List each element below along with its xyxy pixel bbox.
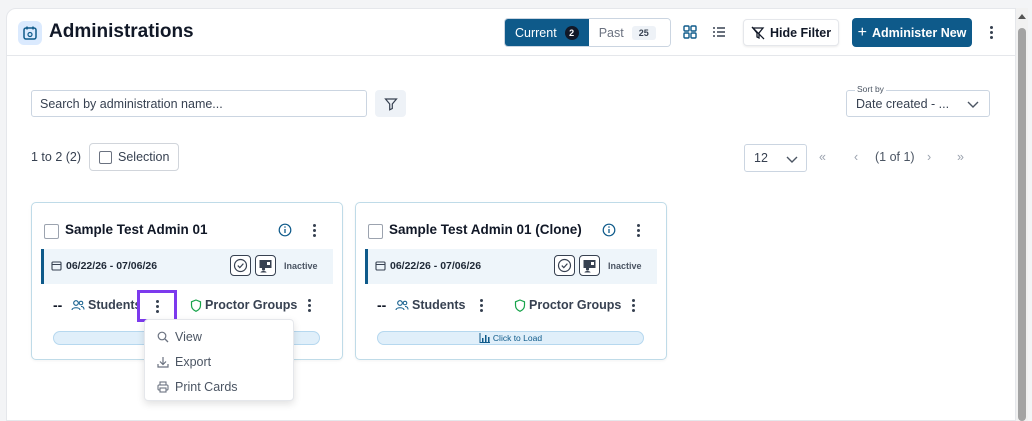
chevron-down-icon [967, 101, 979, 108]
info-icon[interactable] [602, 223, 616, 237]
proctor-groups-more-icon[interactable] [628, 297, 638, 313]
bar-chart-icon [479, 333, 490, 343]
tab-past-label: Past [598, 25, 624, 40]
admin-card: Sample Test Admin 01 (Clone) 06/22/26 - … [355, 202, 667, 360]
verified-icon [230, 255, 251, 276]
card-more-icon[interactable] [633, 222, 643, 238]
menu-item-view[interactable]: View [145, 324, 293, 349]
load-label: Click to Load [492, 333, 543, 343]
date-range: 06/22/26 - 07/06/26 [390, 260, 482, 272]
menu-item-label: View [175, 329, 202, 344]
printer-icon [157, 380, 169, 393]
scrollbar-thumb[interactable] [1018, 28, 1026, 421]
calendar-app-icon [18, 21, 42, 45]
grid-view-icon[interactable] [682, 24, 698, 40]
students-more-button-active[interactable] [137, 290, 177, 322]
student-count: -- [53, 297, 63, 313]
students-label: Students [412, 298, 466, 312]
card-checkbox[interactable] [44, 224, 59, 239]
tab-past-count: 25 [631, 25, 656, 40]
tab-past[interactable]: Past 25 [588, 19, 670, 46]
student-count: -- [377, 297, 387, 313]
tab-current[interactable]: Current 2 [505, 19, 589, 46]
status-badge: Inactive [608, 261, 642, 271]
list-view-icon[interactable] [711, 24, 727, 40]
users-icon [395, 300, 409, 311]
students-context-menu: View Export Print Cards [144, 319, 294, 401]
users-icon [71, 300, 85, 311]
selection-checkbox-icon [99, 150, 112, 164]
tab-current-count: 2 [564, 25, 579, 40]
last-page-button[interactable]: » [957, 150, 964, 164]
menu-item-export[interactable]: Export [145, 349, 293, 374]
plus-icon: + [857, 23, 867, 41]
shield-icon [190, 298, 202, 312]
filter-button[interactable] [375, 90, 406, 117]
shield-icon [514, 298, 526, 312]
proctor-presentation-icon [255, 255, 276, 276]
main-panel: Administrations Current 2 Past 25 Hide F… [6, 8, 1016, 421]
menu-item-label: Print Cards [175, 379, 238, 394]
menu-item-label: Export [175, 354, 212, 369]
sort-value: Date created - ... [856, 97, 950, 111]
page-header: Administrations Current 2 Past 25 Hide F… [7, 9, 1015, 56]
date-strip: 06/22/26 - 07/06/26 Inactive [365, 249, 657, 284]
students-more-icon[interactable] [476, 297, 486, 313]
sort-label: Sort by [855, 84, 886, 94]
card-title: Sample Test Admin 01 [65, 222, 208, 237]
next-page-button[interactable]: › [927, 150, 931, 164]
verified-icon [554, 255, 575, 276]
hide-filter-label: Hide Filter [769, 25, 832, 40]
proctor-groups-link[interactable]: Proctor Groups [190, 298, 297, 312]
administer-new-label: Administer New [871, 25, 967, 40]
filter-off-icon [751, 26, 765, 39]
proctor-groups-label: Proctor Groups [529, 298, 622, 312]
per-page-value: 12 [754, 151, 768, 165]
selection-label: Selection [118, 150, 170, 164]
students-link[interactable]: Students [71, 298, 141, 312]
proctor-presentation-icon [579, 255, 600, 276]
header-more-icon[interactable] [985, 23, 997, 41]
filter-icon [383, 97, 398, 111]
search-input[interactable] [31, 90, 367, 117]
current-past-toggle: Current 2 Past 25 [504, 18, 671, 47]
calendar-icon [375, 261, 386, 271]
per-page-select[interactable]: 12 [744, 144, 807, 172]
date-strip: 06/22/26 - 07/06/26 Inactive [41, 249, 333, 284]
scroll-up-arrow-icon[interactable] [1018, 14, 1026, 19]
proctor-groups-label: Proctor Groups [205, 298, 298, 312]
page-title: Administrations [49, 21, 194, 42]
proctor-groups-link[interactable]: Proctor Groups [514, 298, 621, 312]
status-badge: Inactive [284, 261, 318, 271]
load-bar[interactable]: Click to Load [377, 331, 644, 345]
hide-filter-button[interactable]: Hide Filter [743, 19, 839, 46]
students-label: Students [88, 298, 142, 312]
results-range: 1 to 2 (2) [31, 150, 82, 164]
card-more-icon[interactable] [309, 222, 319, 238]
first-page-button[interactable]: « [819, 150, 826, 164]
date-range: 06/22/26 - 07/06/26 [66, 260, 158, 272]
selection-button[interactable]: Selection [89, 143, 179, 171]
menu-item-print-cards[interactable]: Print Cards [145, 374, 293, 399]
tab-current-label: Current [515, 25, 557, 40]
students-more-icon [156, 299, 159, 313]
chevron-down-icon [786, 156, 798, 163]
card-checkbox[interactable] [368, 224, 383, 239]
students-link[interactable]: Students [395, 298, 465, 312]
vertical-scrollbar[interactable] [1016, 8, 1028, 421]
download-icon [157, 356, 169, 368]
prev-page-button[interactable]: ‹ [854, 150, 858, 164]
proctor-groups-more-icon[interactable] [304, 297, 314, 313]
administer-new-button[interactable]: + Administer New [852, 18, 972, 47]
sort-select[interactable]: Sort by Date created - ... [846, 84, 990, 117]
calendar-icon [51, 261, 62, 271]
page-info: (1 of 1) [875, 150, 915, 164]
card-title: Sample Test Admin 01 (Clone) [389, 222, 582, 237]
info-icon[interactable] [278, 223, 292, 237]
search-icon [157, 331, 169, 342]
